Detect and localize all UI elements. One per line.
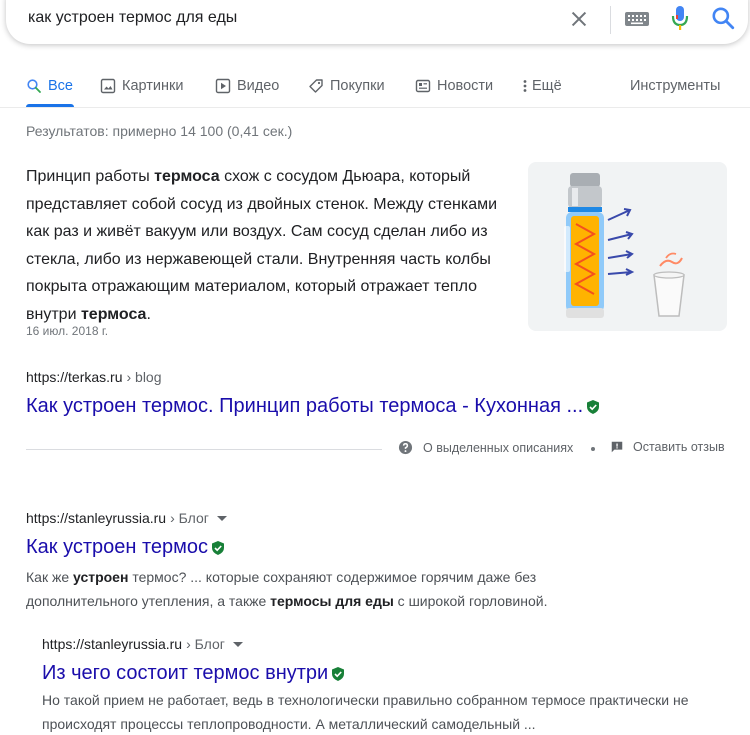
tab-label: Видео <box>237 78 280 94</box>
snippet-highlight: термоса <box>154 168 220 185</box>
search-bar[interactable]: как устроен термос для еды <box>6 0 748 44</box>
feedback-icon <box>611 441 623 453</box>
desc-text: с широкой горловиной. <box>393 593 548 609</box>
result-title-link[interactable]: Как устроен термос <box>26 536 226 559</box>
snippet-text: Принцип работы <box>26 168 155 185</box>
tab-label: Ещё <box>532 78 562 94</box>
result-title: Как устроен термос <box>26 536 209 558</box>
snippet-text: схож с сосудом Дьюара, который представл… <box>26 168 498 323</box>
active-tab-indicator <box>26 104 74 107</box>
verified-shield-icon <box>587 399 600 414</box>
tag-icon <box>309 79 323 93</box>
search-input[interactable]: как устроен термос для еды <box>28 9 237 27</box>
result-cite: https://stanleyrussia.ru › Блог <box>26 510 227 526</box>
snippet-highlight: термоса <box>80 305 147 323</box>
news-icon <box>415 79 431 93</box>
result-title-link[interactable]: Из чего состоит термос внутри <box>42 662 346 685</box>
tab-video[interactable]: Видео <box>215 76 279 96</box>
verified-shield-icon <box>212 540 225 555</box>
result-description: Как же устроен термос? ... которые сохра… <box>26 565 596 613</box>
snippet-divider <box>26 449 382 450</box>
search-icon[interactable] <box>710 5 736 31</box>
tab-label: Все <box>48 78 73 94</box>
cite-path: › Блог <box>186 636 225 652</box>
chevron-down-icon[interactable] <box>232 641 243 647</box>
search-icon <box>27 79 41 93</box>
more-vert-icon <box>523 80 527 92</box>
feedback-label: Оставить отзыв <box>633 440 725 454</box>
tab-shopping[interactable]: Покупки <box>308 76 385 96</box>
tab-images[interactable]: Картинки <box>100 76 183 96</box>
keyboard-icon[interactable] <box>624 9 650 29</box>
tab-news[interactable]: Новости <box>415 76 493 96</box>
cite-path: › Блог <box>170 510 209 526</box>
tab-more[interactable]: Ещё <box>520 76 562 96</box>
result-title: Как устроен термос. Принцип работы термо… <box>26 395 584 417</box>
featured-snippet-text: Принцип работы термоса схож с сосудом Дь… <box>26 163 510 329</box>
tab-label: Покупки <box>330 78 385 94</box>
result-cite: https://stanleyrussia.ru › Блог <box>42 636 243 652</box>
cite-url: https://terkas.ru <box>26 369 123 385</box>
result-title-link[interactable]: Как устроен термос. Принцип работы термо… <box>26 395 601 418</box>
feedback-link[interactable]: Оставить отзыв <box>610 440 725 454</box>
separator-dot <box>591 447 595 451</box>
help-icon <box>398 440 413 455</box>
desc-highlight: устроен <box>73 569 129 585</box>
tab-label: Новости <box>437 78 494 94</box>
desc-highlight: термосы для еды <box>270 593 394 609</box>
tools-button[interactable]: Инструменты <box>630 76 720 96</box>
snippet-date: 16 июл. 2018 г. <box>26 324 109 338</box>
thermos-illustration <box>564 173 685 318</box>
chevron-down-icon[interactable] <box>216 515 227 521</box>
desc-text: Как же <box>26 569 73 585</box>
result-cite: https://terkas.ru › blog <box>26 369 162 385</box>
cite-url: https://stanleyrussia.ru <box>26 510 167 526</box>
image-icon <box>100 78 116 94</box>
result-description: Но такой прием не работает, ведь в техно… <box>42 692 689 732</box>
thermos-image[interactable] <box>528 162 727 331</box>
about-snippets-label: О выделенных описаниях <box>423 440 574 455</box>
search-tabs: Все Картинки Видео Покупки Новости Ещё И… <box>0 62 750 108</box>
snippet-text: . <box>146 305 151 323</box>
mic-icon[interactable] <box>670 4 690 32</box>
tab-all[interactable]: Все <box>26 76 73 96</box>
tab-label: Картинки <box>122 78 184 94</box>
verified-shield-icon <box>332 666 345 681</box>
cite-path: › blog <box>126 369 162 385</box>
about-snippets-link[interactable]: О выделенных описаниях <box>398 440 573 455</box>
result-title: Из чего состоит термос внутри <box>42 662 329 684</box>
cite-url: https://stanleyrussia.ru <box>42 636 183 652</box>
tools-label: Инструменты <box>630 78 721 94</box>
result-stats: Результатов: примерно 14 100 (0,41 сек.) <box>26 123 293 139</box>
search-divider <box>610 6 611 34</box>
video-icon <box>215 78 231 94</box>
clear-icon[interactable] <box>568 8 590 30</box>
